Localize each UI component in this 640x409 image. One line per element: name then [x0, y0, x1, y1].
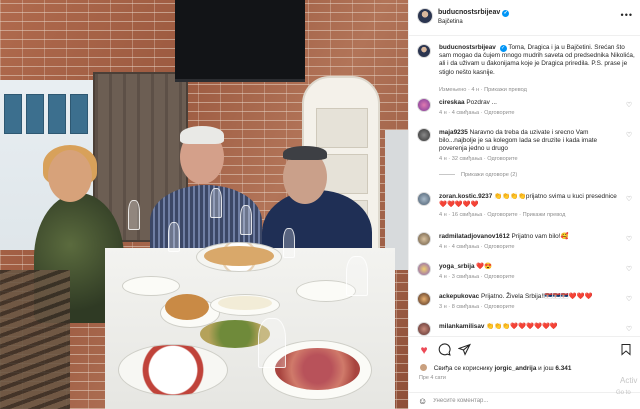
windows-activation-watermark: Activ: [620, 376, 638, 385]
commenter-avatar[interactable]: [417, 262, 431, 276]
heart-filled-icon[interactable]: ♥: [417, 343, 431, 357]
comment-icon[interactable]: [437, 343, 451, 357]
comment-text: yoga_srbija ❤️😍: [439, 263, 623, 271]
caption-meta[interactable]: Измењено · 4 н · Прикажи превод: [439, 87, 527, 93]
kitchen-cabinet: [4, 94, 22, 134]
comment-input[interactable]: [433, 395, 623, 407]
view-replies-button[interactable]: Прикажи одговоре (2): [439, 172, 517, 178]
comment-meta[interactable]: 4 н · 4 свиђања · Одговорите: [439, 110, 515, 116]
comment-text: milankamilisav 👏👏👏❤️❤️❤️❤️❤️❤️: [439, 323, 623, 331]
comment-meta[interactable]: 4 н · 16 свиђања · Одговорите · Прикажи …: [439, 212, 565, 218]
comment-text: cireskaa Pozdrav ...: [439, 99, 623, 107]
verified-badge-icon: ✓: [499, 45, 507, 52]
emoji-icon[interactable]: ☺: [418, 396, 428, 406]
decorated-plate: [118, 344, 228, 396]
comment-username[interactable]: radmilatadjovanov1612: [439, 233, 510, 240]
comment-body: ❤️😍: [476, 263, 493, 270]
comment-like-icon[interactable]: ♡: [625, 266, 633, 274]
cheese: [218, 296, 272, 310]
comment-meta[interactable]: 3 н · 8 свиђања · Одговорите: [439, 304, 515, 310]
share-icon[interactable]: [456, 343, 471, 357]
comment-like-icon[interactable]: ♡: [625, 326, 633, 334]
commenter-avatar[interactable]: [417, 98, 431, 112]
comment-like-icon[interactable]: ♡: [625, 236, 633, 244]
comment-text: ackepukovac Prijatno. Živela Srbija!!🇷🇸🇷…: [439, 293, 623, 301]
wine-glass: [283, 228, 295, 258]
likes-middle: и још: [538, 365, 554, 372]
add-comment-bar: ☺: [409, 392, 640, 409]
author-avatar[interactable]: [417, 8, 433, 24]
comment-username[interactable]: milankamilisav: [439, 323, 484, 330]
liker-username[interactable]: jorgic_andrija: [494, 365, 536, 372]
post-photo[interactable]: [0, 0, 408, 409]
likes-count[interactable]: 6.341: [555, 365, 571, 372]
commenter-avatar[interactable]: [417, 192, 431, 206]
chair: [0, 270, 70, 409]
person-man-navy-hair: [283, 146, 327, 160]
comment-username[interactable]: maja9235: [439, 129, 468, 136]
caption-text: buducnostsrbijeav ✓ Toma, Dragica i ja u…: [439, 44, 635, 77]
person-woman-face: [48, 150, 92, 202]
comment-meta[interactable]: 4 н · 3 свиђања · Одговорите: [439, 274, 515, 280]
comment-body: Prijatno vam bilo!🥰: [511, 233, 569, 240]
comment-body: Pozdrav ...: [466, 99, 497, 106]
windows-activation-watermark-sub: Go to: [616, 390, 631, 396]
comments-list[interactable]: buducnostsrbijeav ✓ Toma, Dragica i ja u…: [409, 36, 640, 336]
commenter-avatar[interactable]: [417, 128, 431, 142]
verified-badge-icon: ✓: [502, 10, 510, 17]
wine-glass: [240, 205, 252, 235]
comment-body: Prijatno. Živela Srbija!!🇷🇸🇷🇸🇷🇸❤️❤️❤️: [480, 293, 593, 300]
post-header: buducnostsrbijeav ✓ Bajčetina •••: [409, 0, 640, 36]
comment-like-icon[interactable]: ♡: [625, 132, 633, 140]
comment-text: radmilatadjovanov1612 Prijatno vam bilo!…: [439, 233, 623, 241]
comment-username[interactable]: ackepukovac: [439, 293, 479, 300]
person-older-man-hair: [180, 126, 224, 144]
post-timestamp: Пре 4 сати: [419, 375, 446, 381]
commenter-avatar[interactable]: [417, 322, 431, 336]
comment-username[interactable]: cireskaa: [439, 99, 465, 106]
bread: [165, 294, 209, 320]
kitchen-cabinet: [26, 94, 44, 134]
author-username[interactable]: buducnostsrbijeav ✓: [438, 9, 510, 17]
cabinet-pane: [316, 108, 368, 148]
commenter-avatar[interactable]: [417, 292, 431, 306]
author-avatar[interactable]: [417, 44, 431, 58]
comment-text: zoran.kostic.9237 👏👏👏👏prijatno svima u k…: [439, 193, 623, 209]
wine-glass: [258, 318, 286, 368]
comment-meta[interactable]: 4 н · 32 свиђања · Одговорите: [439, 156, 518, 162]
cured-meats: [275, 348, 360, 390]
post-actions: ♥ Свиђа се кориснику jorgic_andrija и јо…: [409, 336, 640, 392]
comment-username[interactable]: zoran.kostic.9237: [439, 193, 492, 200]
wine-glass: [210, 188, 222, 218]
wine-glass: [168, 222, 180, 252]
more-options-icon[interactable]: •••: [621, 10, 633, 20]
author-username-text[interactable]: buducnostsrbijeav: [438, 9, 500, 16]
comment-text: maja9235 Naravno da treba da uzivate i s…: [439, 129, 623, 154]
caption-username[interactable]: buducnostsrbijeav: [439, 44, 496, 51]
comment-meta[interactable]: 4 н · 4 свиђања · Одговорите: [439, 244, 515, 250]
kitchen-cabinet: [48, 94, 66, 134]
pie: [204, 246, 274, 266]
comment-body: 👏👏👏❤️❤️❤️❤️❤️❤️: [486, 323, 558, 330]
wine-glass: [346, 256, 368, 296]
liker-avatar: [419, 363, 428, 372]
comment-like-icon[interactable]: ♡: [625, 296, 633, 304]
likes-prefix: Свиђа се кориснику: [433, 365, 493, 372]
television: [175, 0, 305, 82]
bookmark-icon[interactable]: [619, 343, 633, 357]
post-sidebar: buducnostsrbijeav ✓ Bajčetina ••• buducno…: [408, 0, 640, 409]
likes-summary[interactable]: Свиђа се кориснику jorgic_andrija и још …: [419, 363, 571, 372]
post-location[interactable]: Bajčetina: [438, 19, 463, 25]
plate: [122, 276, 180, 296]
kitchen-cabinet: [70, 94, 88, 134]
comment-like-icon[interactable]: ♡: [625, 102, 633, 110]
commenter-avatar[interactable]: [417, 232, 431, 246]
wine-glass: [128, 200, 140, 230]
comment-username[interactable]: yoga_srbija: [439, 263, 475, 270]
comment-like-icon[interactable]: ♡: [625, 196, 633, 204]
